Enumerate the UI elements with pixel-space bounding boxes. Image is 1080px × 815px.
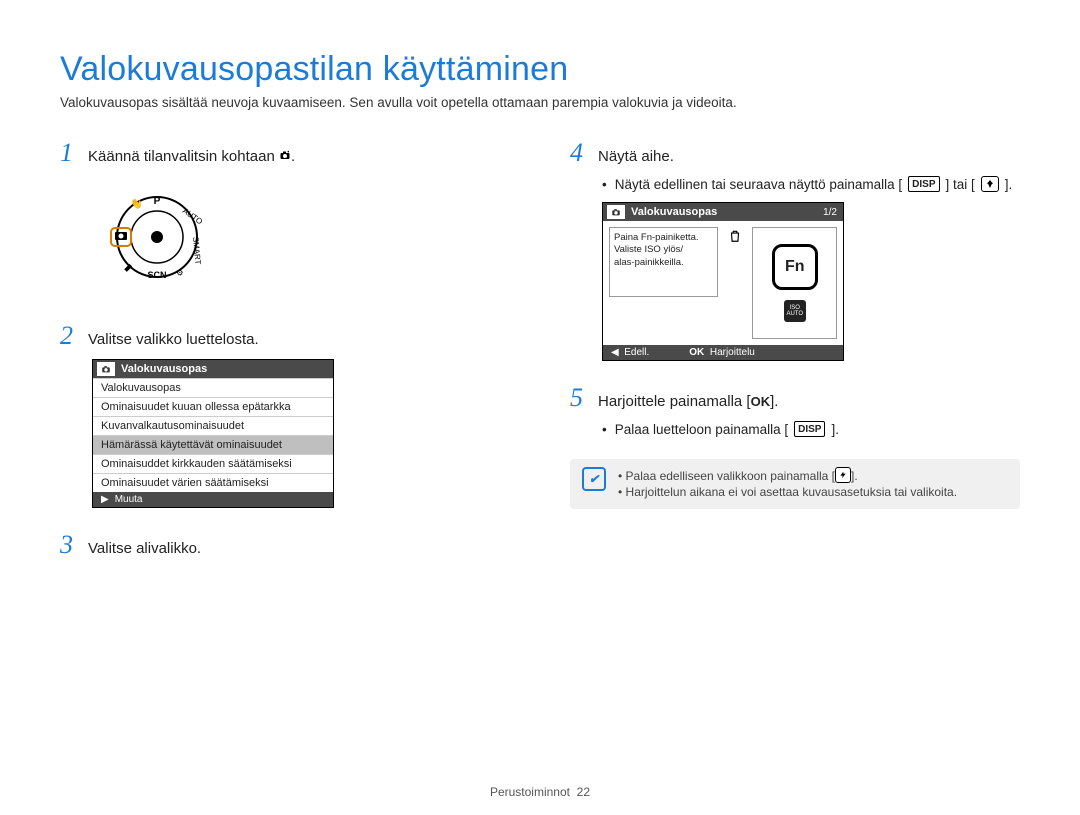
note-icon: ✔: [582, 467, 606, 491]
step-3-number: 3: [60, 530, 78, 560]
page-footer: Perustoiminnot 22: [0, 785, 1080, 799]
camera-guide-icon: [607, 205, 625, 219]
intro-text: Valokuvausopas sisältää neuvoja kuvaamis…: [60, 95, 1020, 110]
disp-icon: DISP: [794, 421, 825, 437]
page-title: Valokuvausopastilan käyttäminen: [60, 50, 1020, 89]
step-2-number: 2: [60, 321, 78, 351]
guide-mode-icon: [279, 149, 291, 161]
menu-row: Ominaisuudet kuuan ollessa epätarkka: [93, 397, 333, 416]
note-box: ✔ Palaa edelliseen valikkoon painamalla …: [570, 459, 1020, 509]
step-4-bullet: Näytä edellinen tai seuraava näyttö pain…: [602, 176, 1020, 192]
step-1-number: 1: [60, 138, 78, 168]
svg-text:AUTO: AUTO: [181, 206, 204, 226]
disp-icon: DISP: [908, 176, 939, 192]
menu-row: Kuvanvalkautusominaisuudet: [93, 416, 333, 435]
mode-dial-illustration: P AUTO SMART ⚙ SCN ▮ ✋: [92, 182, 212, 282]
footer-back-label: Edell.: [624, 347, 649, 358]
trash-icon: [728, 229, 742, 243]
menu-row: Valokuvausopas: [93, 378, 333, 397]
svg-text:SCN: SCN: [147, 270, 166, 280]
step-5-text: Harjoittele painamalla [OK].: [598, 393, 778, 410]
step-4-text: Näytä aihe.: [598, 148, 674, 165]
macro-icon: [981, 176, 999, 192]
svg-text:⚙: ⚙: [174, 267, 186, 278]
camera-guide-icon: [97, 362, 115, 376]
step-4-number: 4: [570, 138, 588, 168]
step-2-text: Valitse valikko luettelosta.: [88, 331, 259, 348]
guide-hint-text: Paina Fn-painiketta. Valiste ISO ylös/ a…: [609, 227, 718, 297]
menu-footer-label: Muuta: [115, 494, 143, 505]
svg-text:P: P: [154, 196, 161, 207]
footer-practice-label: Harjoittelu: [710, 347, 755, 358]
menu-header-title: Valokuvausopas: [121, 363, 207, 375]
menu-row: Ominaisuddet kirkkauden säätämiseksi: [93, 454, 333, 473]
step-5-number: 5: [570, 383, 588, 413]
triangle-left-icon: ◀: [611, 347, 619, 358]
ok-icon: OK: [751, 394, 771, 409]
menu-row: Ominaisuudet värien säätämiseksi: [93, 473, 333, 492]
triangle-right-icon: ▶: [101, 494, 109, 505]
step-5-bullet: Palaa luetteloon painamalla [DISP].: [602, 421, 1020, 437]
guide-detail-screen: Valokuvausopas 1/2 Paina Fn-painiketta. …: [602, 202, 844, 361]
guide-page-indicator: 1/2: [823, 207, 837, 218]
note-line-2: Harjoittelun aikana ei voi asettaa kuvau…: [618, 485, 957, 499]
step-3-text: Valitse alivalikko.: [88, 540, 201, 557]
svg-text:✋: ✋: [128, 194, 146, 212]
menu-screen-illustration: Valokuvausopas Valokuvausopas Ominaisuud…: [92, 359, 334, 508]
note-line-1: Palaa edelliseen valikkoon painamalla []…: [618, 467, 957, 483]
ok-icon: OK: [689, 347, 704, 358]
menu-row-selected: Hämärässä käytettävät ominaisuudet: [93, 435, 333, 454]
flash-icon: [835, 467, 851, 483]
fn-button-illustration: Fn: [772, 244, 818, 290]
svg-text:SMART: SMART: [191, 236, 202, 265]
step-1-text: Käännä tilanvalitsin kohtaan .: [88, 148, 295, 165]
iso-chip-icon: ISO AUTO: [784, 300, 806, 322]
guide-detail-header: Valokuvausopas: [631, 206, 717, 218]
guide-preview-pane: Fn ISO AUTO: [752, 227, 837, 339]
